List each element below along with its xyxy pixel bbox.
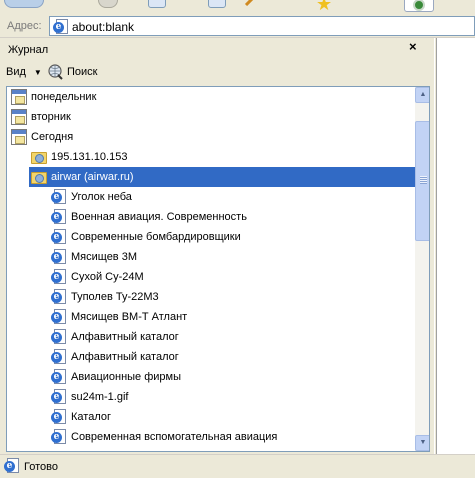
history-page-item[interactable]: e Мясищев 3М	[51, 247, 137, 267]
history-page-item[interactable]: e Уголок неба	[51, 187, 132, 207]
search-button[interactable]: Поиск	[46, 63, 97, 81]
page-icon: e	[53, 19, 69, 35]
view-label: Вид	[6, 66, 26, 78]
item-label: Сегодня	[31, 131, 74, 143]
close-icon[interactable]: ×	[409, 39, 417, 54]
history-page-item[interactable]: e su24m-1.gif	[51, 387, 128, 407]
history-day-item[interactable]: вторник	[11, 107, 71, 127]
edit-icon[interactable]	[244, 0, 258, 12]
item-label: Алфавитный каталог	[71, 331, 179, 343]
history-page-item[interactable]: e Авиационные фирмы	[51, 367, 181, 387]
item-label: Современная вспомогательная авиация	[71, 431, 278, 443]
page-icon: e	[51, 209, 67, 225]
toolbar: ★	[0, 0, 475, 14]
item-label: Алфавитный каталог	[71, 351, 179, 363]
item-label: Военная авиация. Современность	[71, 211, 247, 223]
history-page-item[interactable]: e Современная вспомогательная авиация	[51, 427, 277, 447]
history-page-item[interactable]: e Военная авиация. Современность	[51, 207, 247, 227]
item-label: airwar (airwar.ru)	[51, 171, 134, 183]
page-icon: e	[4, 458, 20, 474]
site-folder-icon	[31, 149, 47, 165]
scroll-down-button[interactable]: ▼	[415, 435, 429, 451]
search-icon	[48, 64, 63, 80]
refresh-button[interactable]	[208, 0, 226, 8]
history-page-item[interactable]: e Каталог	[51, 407, 111, 427]
address-input[interactable]: e about:blank	[49, 16, 475, 36]
address-label: Адрес:	[7, 20, 42, 32]
page-icon: e	[51, 249, 67, 265]
item-label: Современные бомбардировщики	[71, 231, 241, 243]
stop-button[interactable]	[148, 0, 166, 8]
history-list[interactable]: понедельник вторник Сегодня 195.131.10.153 a…	[6, 86, 430, 452]
item-label: 195.131.10.153	[51, 151, 128, 163]
site-folder-icon	[31, 169, 47, 185]
status-text: Готово	[24, 461, 58, 473]
page-icon: e	[51, 409, 67, 425]
page-icon: e	[51, 309, 67, 325]
history-page-item[interactable]: e Современные бомбардировщики	[51, 227, 241, 247]
page-icon: e	[51, 329, 67, 345]
calendar-icon	[11, 129, 27, 145]
page-icon: e	[51, 189, 67, 205]
page-icon: e	[51, 369, 67, 385]
search-label: Поиск	[67, 66, 98, 78]
history-button[interactable]	[404, 0, 434, 12]
history-day-item[interactable]: понедельник	[11, 87, 96, 107]
item-label: Сухой Су-24М	[71, 271, 144, 283]
item-label: Мясищев ВМ-Т Атлант	[71, 311, 188, 323]
page-icon: e	[51, 289, 67, 305]
vertical-scrollbar[interactable]: ▲ ▼	[415, 87, 429, 451]
item-label: su24m-1.gif	[71, 391, 129, 403]
panel-title: Журнал	[8, 44, 49, 56]
history-site-item[interactable]: 195.131.10.153	[31, 147, 127, 167]
favorites-icon[interactable]: ★	[316, 0, 332, 14]
page-icon: e	[51, 269, 67, 285]
calendar-icon	[11, 89, 27, 105]
history-page-item[interactable]: e Сухой Су-24М	[51, 267, 144, 287]
history-site-item[interactable]: airwar (airwar.ru)	[29, 167, 415, 187]
page-icon: e	[51, 349, 67, 365]
scroll-thumb[interactable]	[415, 121, 429, 241]
item-label: Авиационные фирмы	[71, 371, 182, 383]
page-icon: e	[51, 389, 67, 405]
item-label: Туполев Ту-22М3	[71, 291, 159, 303]
item-label: Каталог	[71, 411, 111, 423]
history-page-item[interactable]: e Мясищев ВМ-Т Атлант	[51, 307, 187, 327]
back-button[interactable]	[4, 0, 44, 8]
page-icon: e	[51, 229, 67, 245]
browser-content-area[interactable]	[436, 38, 475, 454]
history-page-item[interactable]: e Алфавитный каталог	[51, 347, 179, 367]
item-label: Мясищев 3М	[71, 251, 137, 263]
history-day-item[interactable]: Сегодня	[11, 127, 73, 147]
forward-button[interactable]	[98, 0, 118, 8]
history-page-item[interactable]: e Алфавитный каталог	[51, 327, 179, 347]
item-label: понедельник	[31, 91, 97, 103]
history-icon	[413, 0, 425, 11]
history-panel: Журнал × Вид ▼ Поиск понедельник вторник С…	[0, 38, 434, 454]
item-label: Уголок неба	[71, 191, 132, 203]
status-bar: e Готово	[0, 454, 475, 478]
chevron-down-icon: ▼	[33, 67, 42, 77]
address-bar: Адрес: e about:blank	[0, 14, 475, 38]
history-page-item[interactable]: e Туполев Ту-22М3	[51, 287, 159, 307]
calendar-icon	[11, 109, 27, 125]
panel-toolbar: Вид ▼ Поиск	[0, 62, 434, 86]
page-icon: e	[51, 429, 67, 445]
item-label: вторник	[31, 111, 71, 123]
scroll-up-button[interactable]: ▲	[415, 87, 429, 103]
view-button[interactable]: Вид ▼	[6, 66, 42, 78]
address-url[interactable]: about:blank	[72, 20, 134, 34]
